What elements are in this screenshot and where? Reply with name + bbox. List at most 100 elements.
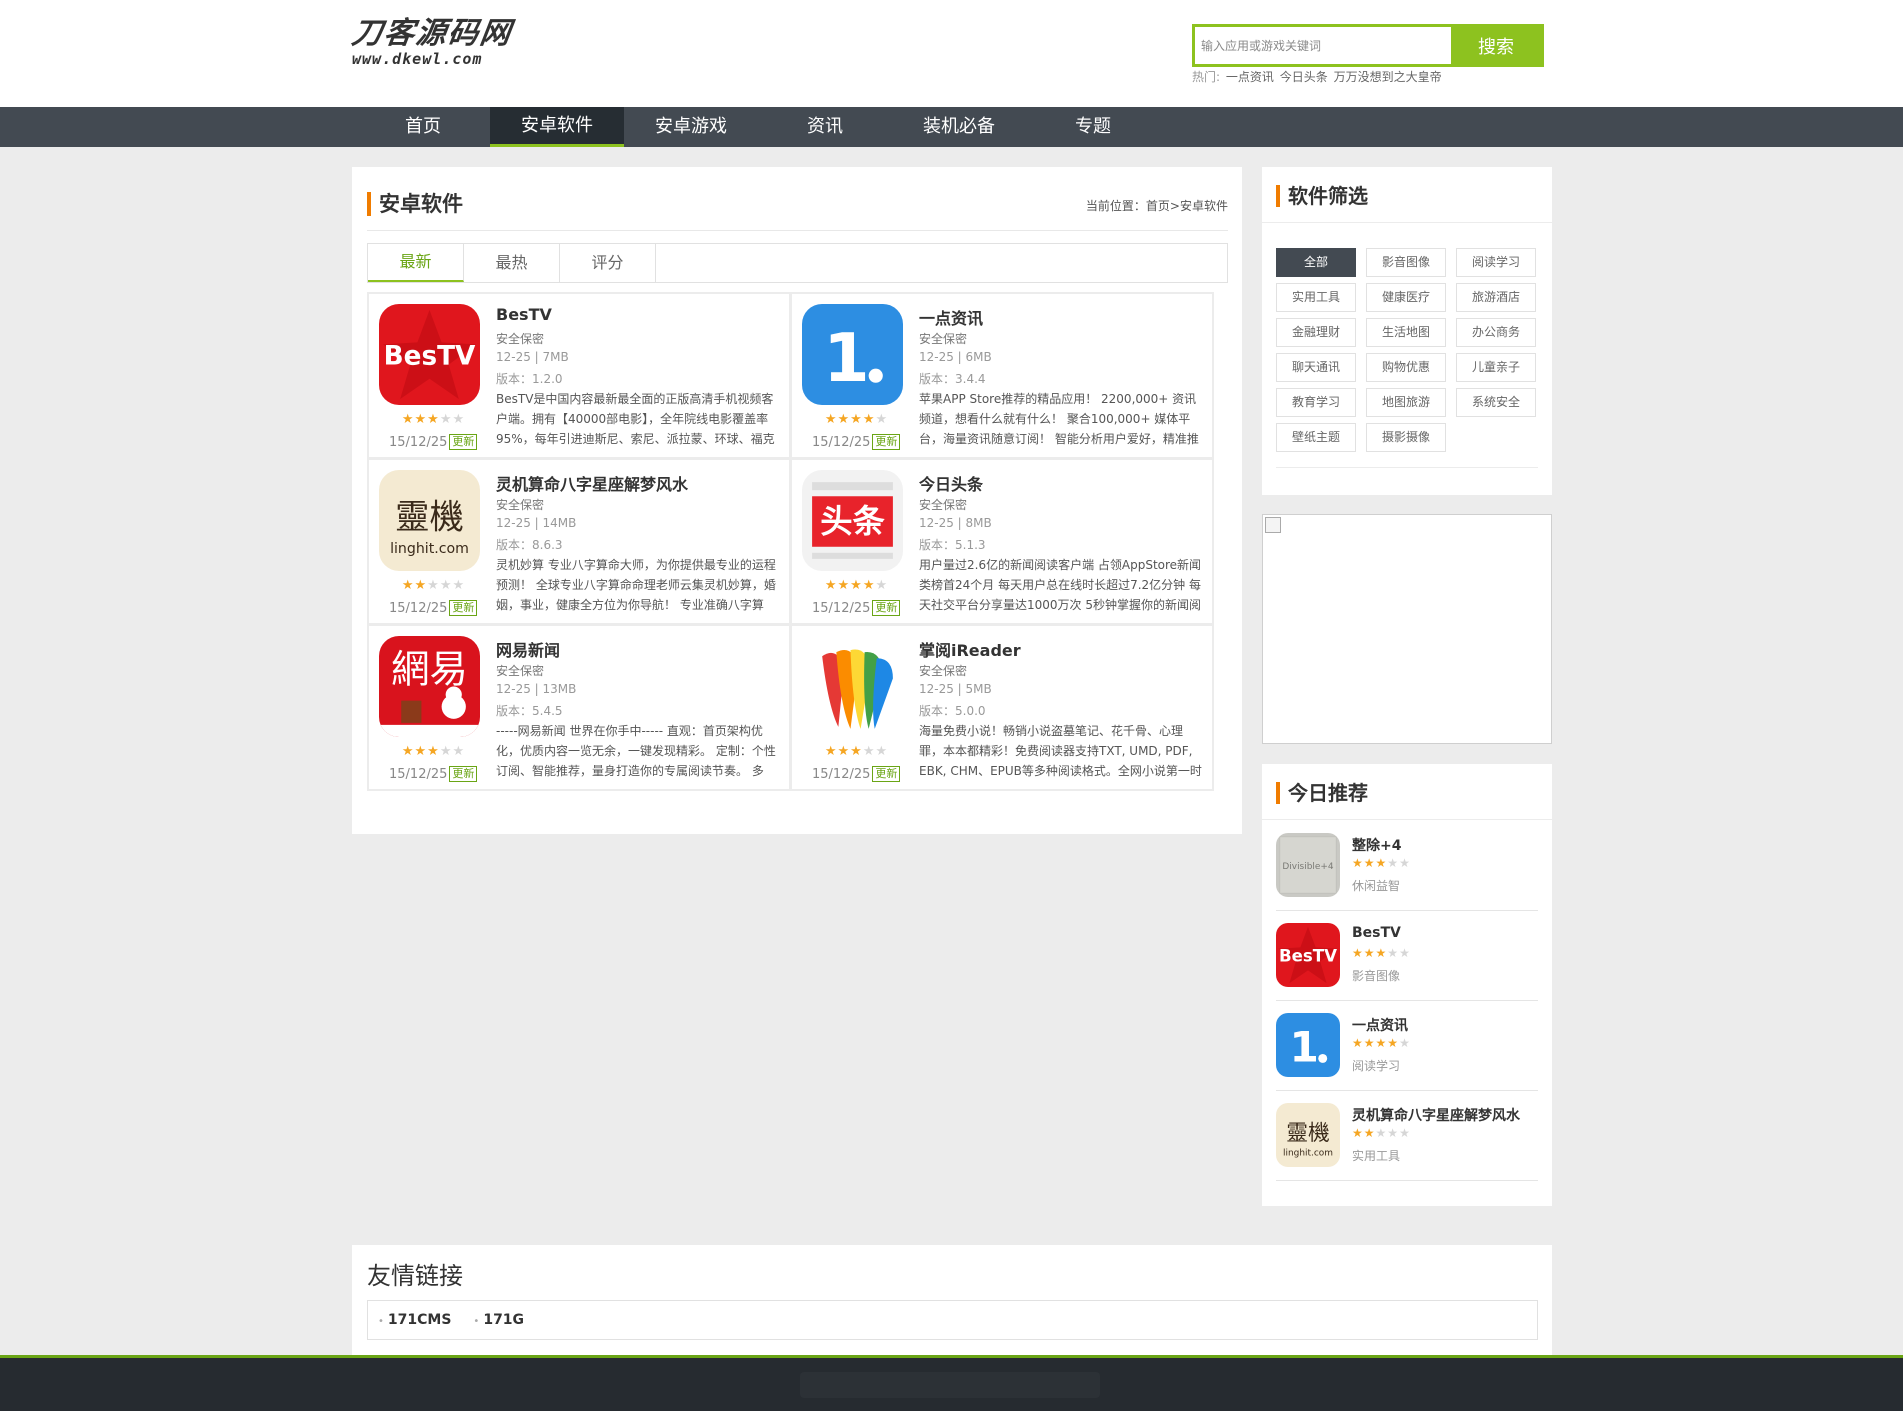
filter-media[interactable]: 影音图像 xyxy=(1366,248,1446,277)
app-name[interactable]: 今日头条 xyxy=(919,471,983,495)
friend-link[interactable]: 171CMS xyxy=(378,1312,452,1328)
nav-item-news[interactable]: 资讯 xyxy=(758,107,892,147)
app-card[interactable]: 靈機 linghit.com ★★★★★ 15/12/25 更新 灵机算命八字星座解… xyxy=(367,458,791,625)
filter-shopping[interactable]: 购物优惠 xyxy=(1366,353,1446,382)
app-size: 12-25 | 13MB xyxy=(496,682,577,696)
app-size: 12-25 | 5MB xyxy=(919,682,992,696)
recommend-name[interactable]: 整除+4 xyxy=(1352,835,1401,855)
linghit-icon[interactable]: 靈機 linghit.com xyxy=(379,470,480,571)
tab-latest[interactable]: 最新 xyxy=(368,244,464,282)
software-filter-panel: 软件筛选 全部 影音图像 阅读学习 实用工具 健康医疗 旅游酒店 金融理财 生活… xyxy=(1262,167,1552,495)
app-description: 用户量过2.6亿的新闻阅读客户端 占领AppStore新闻类榜首24个月 每天用… xyxy=(919,558,1202,612)
filter-health[interactable]: 健康医疗 xyxy=(1366,283,1446,312)
recommend-item[interactable]: 靈機 linghit.com 灵机算命八字星座解梦风水 ★★★★★ 实用工具 xyxy=(1276,1091,1538,1181)
app-card[interactable]: ★★★★★ 15/12/25 更新 掌阅iReader 安全保密 12-25 | … xyxy=(790,624,1214,791)
star-empty-icon: ★ xyxy=(1387,1126,1400,1140)
hot-link[interactable]: 一点资讯 xyxy=(1226,70,1274,84)
filter-photo[interactable]: 摄影摄像 xyxy=(1366,423,1446,452)
star-filled-icon: ★ xyxy=(414,412,428,427)
friend-link[interactable]: 171G xyxy=(473,1312,524,1328)
recommend-item[interactable]: 1 一点资讯 ★★★★★ 阅读学习 xyxy=(1276,1001,1538,1091)
filter-all[interactable]: 全部 xyxy=(1276,248,1356,277)
nav-item-topics[interactable]: 专题 xyxy=(1026,107,1160,147)
recommend-name[interactable]: 一点资讯 xyxy=(1352,1015,1408,1035)
star-filled-icon: ★ xyxy=(1387,1036,1400,1050)
logo-text-en: www.dkewl.com xyxy=(352,50,483,68)
app-description: -----网易新闻 世界在你手中----- 直观：首页架构优化，优质内容一览无余… xyxy=(496,724,776,778)
ad-banner[interactable] xyxy=(1262,514,1552,744)
filter-chat[interactable]: 聊天通讯 xyxy=(1276,353,1356,382)
star-filled-icon: ★ xyxy=(824,412,838,427)
search-button[interactable]: 搜索 xyxy=(1451,27,1541,64)
search-input[interactable] xyxy=(1195,27,1451,64)
bestv-icon[interactable]: BesTV xyxy=(1276,923,1340,987)
filter-map-travel[interactable]: 地图旅游 xyxy=(1366,388,1446,417)
breadcrumb-current[interactable]: 安卓软件 xyxy=(1180,199,1228,213)
hot-link[interactable]: 万万没想到之大皇帝 xyxy=(1334,70,1442,84)
app-card[interactable]: 头条 ★★★★★ 15/12/25 更新 今日头条 安全保密 12-25 | 8M… xyxy=(790,458,1214,625)
app-name[interactable]: 一点资讯 xyxy=(919,305,983,329)
filter-reading[interactable]: 阅读学习 xyxy=(1456,248,1536,277)
hot-link[interactable]: 今日头条 xyxy=(1280,70,1328,84)
filter-life-map[interactable]: 生活地图 xyxy=(1366,318,1446,347)
star-filled-icon: ★ xyxy=(824,578,838,593)
star-filled-icon: ★ xyxy=(824,744,838,759)
app-card[interactable]: BesTV ★★★★★ 15/12/25 更新 BesTV 安全保密 12-25 … xyxy=(367,292,791,459)
recommend-category: 实用工具 xyxy=(1352,1149,1401,1163)
app-name[interactable]: BesTV xyxy=(496,305,552,324)
netease-icon[interactable]: 網易 xyxy=(379,636,480,737)
filter-education[interactable]: 教育学习 xyxy=(1276,388,1356,417)
star-empty-icon: ★ xyxy=(1399,1036,1411,1050)
nav-item-essentials[interactable]: 装机必备 xyxy=(892,107,1026,147)
app-card[interactable]: 網易 ★★★★★ 15/12/25 更新 网易新闻 安全保密 12-25 | 13… xyxy=(367,624,791,791)
recommend-item[interactable]: BesTV BesTV ★★★★★ 影音图像 xyxy=(1276,911,1538,1001)
star-filled-icon: ★ xyxy=(1352,1036,1364,1050)
rating-stars: ★★★★★ xyxy=(1352,946,1411,960)
app-name[interactable]: 掌阅iReader xyxy=(919,637,1021,661)
filter-wallpaper[interactable]: 壁纸主题 xyxy=(1276,423,1356,452)
bestv-icon[interactable]: BesTV xyxy=(379,304,480,405)
recommend-name[interactable]: BesTV xyxy=(1352,925,1401,941)
star-empty-icon: ★ xyxy=(427,578,440,593)
toutiao-icon[interactable]: 头条 xyxy=(802,470,903,571)
filter-office[interactable]: 办公商务 xyxy=(1456,318,1536,347)
recommend-item[interactable]: Divisible+4 整除+4 ★★★★★ 休闲益智 xyxy=(1276,821,1538,911)
yidian-icon[interactable]: 1 xyxy=(802,304,903,405)
filter-travel-hotel[interactable]: 旅游酒店 xyxy=(1456,283,1536,312)
app-name[interactable]: 灵机算命八字星座解梦风水 xyxy=(496,471,688,495)
breadcrumb-home[interactable]: 首页 xyxy=(1146,199,1170,213)
star-empty-icon: ★ xyxy=(862,744,876,759)
app-description: BesTV是中国内容最新最全面的正版高清手机视频客户端。拥有【40000部电影】… xyxy=(496,392,775,446)
nav-item-android-games[interactable]: 安卓游戏 xyxy=(624,107,758,147)
tab-rating[interactable]: 评分 xyxy=(560,244,656,282)
star-empty-icon: ★ xyxy=(1375,1126,1388,1140)
date-text: 15/12/25 xyxy=(389,435,448,450)
star-empty-icon: ★ xyxy=(1387,856,1400,870)
tab-hottest[interactable]: 最热 xyxy=(464,244,560,282)
app-card[interactable]: 1 ★★★★★ 15/12/25 更新 一点资讯 安全保密 12-25 | 6MB… xyxy=(790,292,1214,459)
star-empty-icon: ★ xyxy=(1399,1126,1411,1140)
svg-text:linghit.com: linghit.com xyxy=(390,541,469,557)
filter-tools[interactable]: 实用工具 xyxy=(1276,283,1356,312)
hot-keywords: 热门: 一点资讯 今日头条 万万没想到之大皇帝 xyxy=(1192,68,1442,85)
update-badge: 更新 xyxy=(449,600,478,616)
nav-item-home[interactable]: 首页 xyxy=(356,107,490,147)
app-version: 版本：1.2.0 xyxy=(496,372,563,386)
app-safety: 安全保密 xyxy=(496,664,545,678)
linghit-icon[interactable]: 靈機 linghit.com xyxy=(1276,1103,1340,1167)
app-safety: 安全保密 xyxy=(919,332,968,346)
star-filled-icon: ★ xyxy=(414,578,428,593)
divisible-icon[interactable]: Divisible+4 xyxy=(1276,833,1340,897)
yidian-icon[interactable]: 1 xyxy=(1276,1013,1340,1077)
filter-kids[interactable]: 儿童亲子 xyxy=(1456,353,1536,382)
main-nav: 首页 安卓软件 安卓游戏 资讯 装机必备 专题 xyxy=(0,107,1903,147)
nav-item-android-software[interactable]: 安卓软件 xyxy=(490,107,624,147)
filter-finance[interactable]: 金融理财 xyxy=(1276,318,1356,347)
star-filled-icon: ★ xyxy=(837,578,851,593)
update-date: 15/12/25 更新 xyxy=(812,766,901,782)
ireader-icon[interactable] xyxy=(802,636,903,737)
site-logo[interactable]: 刀客源码网 www.dkewl.com xyxy=(350,16,552,68)
filter-security[interactable]: 系统安全 xyxy=(1456,388,1536,417)
recommend-name[interactable]: 灵机算命八字星座解梦风水 xyxy=(1352,1105,1520,1125)
app-name[interactable]: 网易新闻 xyxy=(496,637,560,661)
